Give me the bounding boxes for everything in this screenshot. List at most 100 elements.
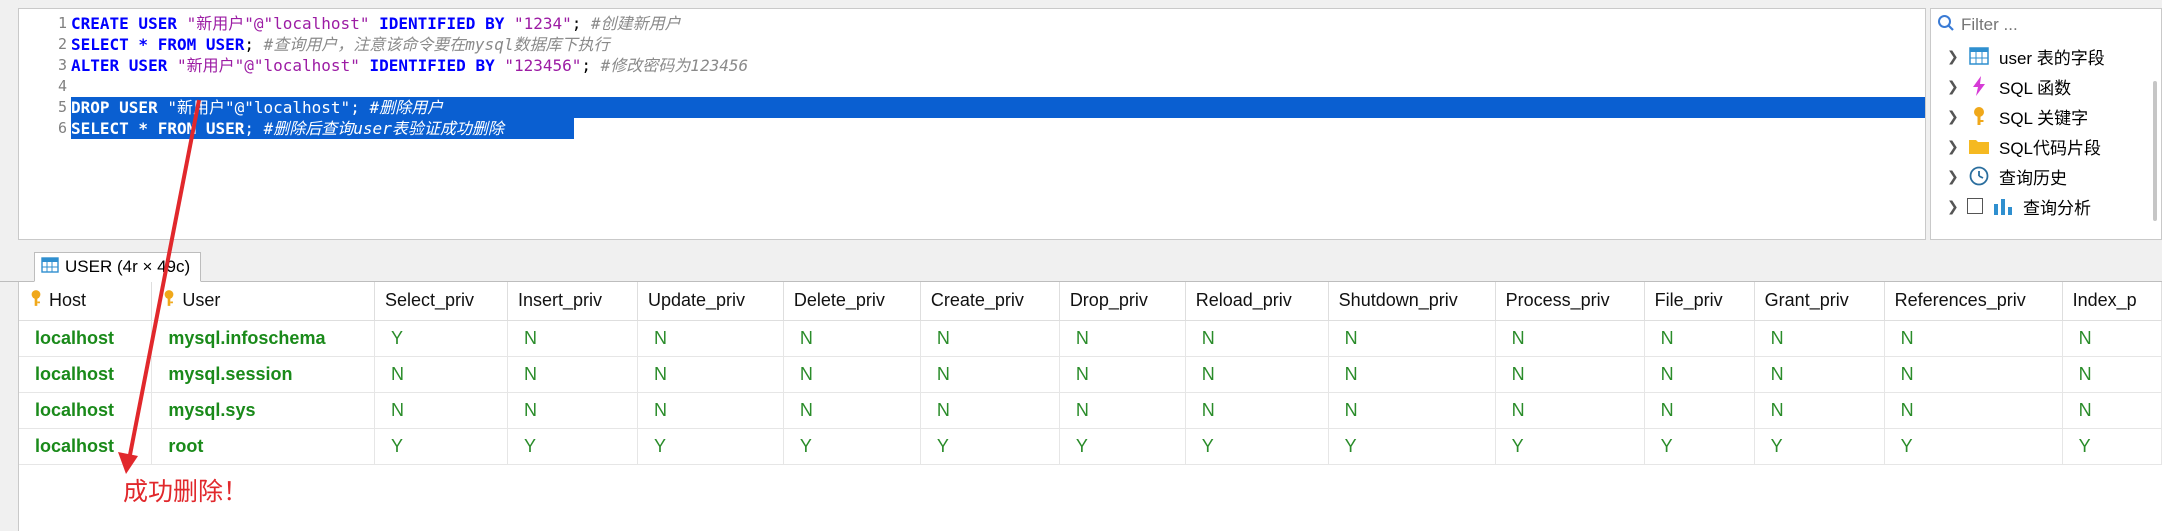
chevron-right-icon[interactable]: ❯ bbox=[1947, 108, 1959, 125]
table-row[interactable]: localhost root Y Y Y Y Y Y Y Y Y Y Y Y Y bbox=[19, 428, 2162, 465]
table-cell[interactable]: N bbox=[637, 320, 784, 357]
column-header[interactable]: Grant_priv bbox=[1754, 282, 1885, 321]
table-cell[interactable]: Y bbox=[1495, 428, 1645, 465]
chevron-right-icon[interactable]: ❯ bbox=[1947, 48, 1959, 65]
table-cell[interactable]: mysql.session bbox=[151, 356, 375, 393]
table-row[interactable]: localhost mysql.session N N N N N N N N N N N N N bbox=[19, 356, 2162, 393]
table-cell[interactable]: N bbox=[507, 392, 638, 429]
table-cell[interactable]: N bbox=[507, 320, 638, 357]
table-cell[interactable]: N bbox=[1185, 356, 1329, 393]
table-cell[interactable]: N bbox=[1059, 392, 1186, 429]
table-cell[interactable]: N bbox=[1185, 320, 1329, 357]
table-cell[interactable]: localhost bbox=[19, 356, 153, 393]
result-grid[interactable]: Host User Select_priv Insert_priv Update… bbox=[18, 282, 2162, 531]
column-header[interactable]: Select_priv bbox=[374, 282, 509, 321]
tree-item-sql-keywords[interactable]: ❯ SQL 关键字 bbox=[1931, 101, 2161, 131]
checkbox[interactable] bbox=[1967, 198, 1983, 214]
column-header[interactable]: Drop_priv bbox=[1059, 282, 1186, 321]
table-cell[interactable]: Y bbox=[2062, 428, 2162, 465]
code-line-selected[interactable]: SELECT * FROM USER; #删除后查询user表验证成功删除 bbox=[71, 118, 574, 139]
table-cell[interactable]: N bbox=[920, 356, 1060, 393]
sql-editor[interactable]: 1 2 3 4 5 6 CREATE USER "新用户"@"localhost… bbox=[18, 8, 1926, 240]
tree-item-sql-snippets[interactable]: ❯ SQL代码片段 bbox=[1931, 131, 2161, 161]
table-cell[interactable]: Y bbox=[1884, 428, 2063, 465]
column-header[interactable]: Create_priv bbox=[920, 282, 1060, 321]
table-cell[interactable]: N bbox=[1495, 356, 1645, 393]
table-cell[interactable]: root bbox=[151, 428, 375, 465]
table-cell[interactable]: N bbox=[1754, 356, 1885, 393]
table-cell[interactable]: N bbox=[637, 392, 784, 429]
scrollbar[interactable] bbox=[2153, 81, 2157, 221]
table-cell[interactable]: N bbox=[1495, 320, 1645, 357]
table-cell[interactable]: Y bbox=[374, 428, 509, 465]
table-cell[interactable]: Y bbox=[783, 428, 921, 465]
column-header[interactable]: Shutdown_priv bbox=[1328, 282, 1496, 321]
table-cell[interactable]: N bbox=[507, 356, 638, 393]
table-cell[interactable]: Y bbox=[374, 320, 509, 357]
chevron-right-icon[interactable]: ❯ bbox=[1947, 168, 1959, 185]
column-header[interactable]: Index_p bbox=[2062, 282, 2162, 321]
table-cell[interactable]: N bbox=[920, 392, 1060, 429]
tab-user-result[interactable]: USER (4r × 49c) bbox=[34, 252, 202, 282]
column-header[interactable]: Insert_priv bbox=[507, 282, 638, 321]
table-cell[interactable]: N bbox=[1644, 392, 1755, 429]
tree-item-query-history[interactable]: ❯ 查询历史 bbox=[1931, 161, 2161, 191]
table-cell[interactable]: N bbox=[1328, 392, 1496, 429]
table-cell[interactable]: N bbox=[1644, 356, 1755, 393]
table-cell[interactable]: Y bbox=[507, 428, 638, 465]
table-row[interactable]: localhost mysql.infoschema Y N N N N N N N N N N N N bbox=[19, 320, 2162, 357]
tree-item-sql-functions[interactable]: ❯ SQL 函数 bbox=[1931, 71, 2161, 101]
column-header[interactable]: File_priv bbox=[1644, 282, 1755, 321]
chevron-right-icon[interactable]: ❯ bbox=[1947, 138, 1959, 155]
table-cell[interactable]: N bbox=[2062, 356, 2162, 393]
tree-item-query-analysis[interactable]: ❯ 查询分析 bbox=[1931, 191, 2161, 221]
table-cell[interactable]: N bbox=[1754, 320, 1885, 357]
table-cell[interactable]: N bbox=[783, 392, 921, 429]
table-cell[interactable]: mysql.infoschema bbox=[151, 320, 375, 357]
column-header[interactable]: Process_priv bbox=[1495, 282, 1645, 321]
filter-input[interactable] bbox=[1961, 15, 2131, 35]
table-cell[interactable]: N bbox=[2062, 392, 2162, 429]
table-cell[interactable]: N bbox=[1884, 356, 2063, 393]
table-cell[interactable]: Y bbox=[1059, 428, 1186, 465]
table-cell[interactable]: N bbox=[1328, 356, 1496, 393]
code-line[interactable] bbox=[71, 76, 1925, 97]
table-cell[interactable]: Y bbox=[1328, 428, 1496, 465]
table-cell[interactable]: Y bbox=[637, 428, 784, 465]
column-header-user[interactable]: User bbox=[151, 282, 375, 321]
table-cell[interactable]: N bbox=[637, 356, 784, 393]
table-cell[interactable]: N bbox=[1644, 320, 1755, 357]
table-cell[interactable]: N bbox=[1059, 356, 1186, 393]
column-header[interactable]: Reload_priv bbox=[1185, 282, 1329, 321]
table-cell[interactable]: Y bbox=[1644, 428, 1755, 465]
table-cell[interactable]: N bbox=[920, 320, 1060, 357]
table-cell[interactable]: Y bbox=[1185, 428, 1329, 465]
table-cell[interactable]: mysql.sys bbox=[151, 392, 375, 429]
chevron-right-icon[interactable]: ❯ bbox=[1947, 198, 1959, 215]
table-cell[interactable]: N bbox=[1328, 320, 1496, 357]
table-cell[interactable]: N bbox=[1185, 392, 1329, 429]
table-cell[interactable]: N bbox=[1059, 320, 1186, 357]
code-line[interactable]: CREATE USER "新用户"@"localhost" IDENTIFIED… bbox=[71, 13, 1925, 34]
table-cell[interactable]: N bbox=[783, 320, 921, 357]
table-cell[interactable]: N bbox=[2062, 320, 2162, 357]
table-cell[interactable]: localhost bbox=[19, 428, 153, 465]
table-cell[interactable]: N bbox=[374, 356, 509, 393]
column-header[interactable]: Update_priv bbox=[637, 282, 784, 321]
table-cell[interactable]: N bbox=[374, 392, 509, 429]
table-cell[interactable]: Y bbox=[920, 428, 1060, 465]
table-cell[interactable]: N bbox=[1754, 392, 1885, 429]
chevron-right-icon[interactable]: ❯ bbox=[1947, 78, 1959, 95]
column-header-host[interactable]: Host bbox=[19, 282, 153, 321]
table-cell[interactable]: localhost bbox=[19, 392, 153, 429]
filter-box[interactable] bbox=[1931, 9, 2161, 41]
table-cell[interactable]: N bbox=[1884, 392, 2063, 429]
table-cell[interactable]: Y bbox=[1754, 428, 1885, 465]
column-header[interactable]: Delete_priv bbox=[783, 282, 921, 321]
code-line-selected[interactable]: DROP USER "新用户"@"localhost"; #删除用户 bbox=[71, 97, 1925, 118]
table-cell[interactable]: N bbox=[1884, 320, 2063, 357]
code-line[interactable]: SELECT * FROM USER; #查询用户，注意该命令要在mysql数据… bbox=[71, 34, 1925, 55]
tree-item-user-fields[interactable]: ❯ user 表的字段 bbox=[1931, 41, 2161, 71]
code-line[interactable]: ALTER USER "新用户"@"localhost" IDENTIFIED … bbox=[71, 55, 1925, 76]
code-area[interactable]: CREATE USER "新用户"@"localhost" IDENTIFIED… bbox=[71, 13, 1925, 139]
